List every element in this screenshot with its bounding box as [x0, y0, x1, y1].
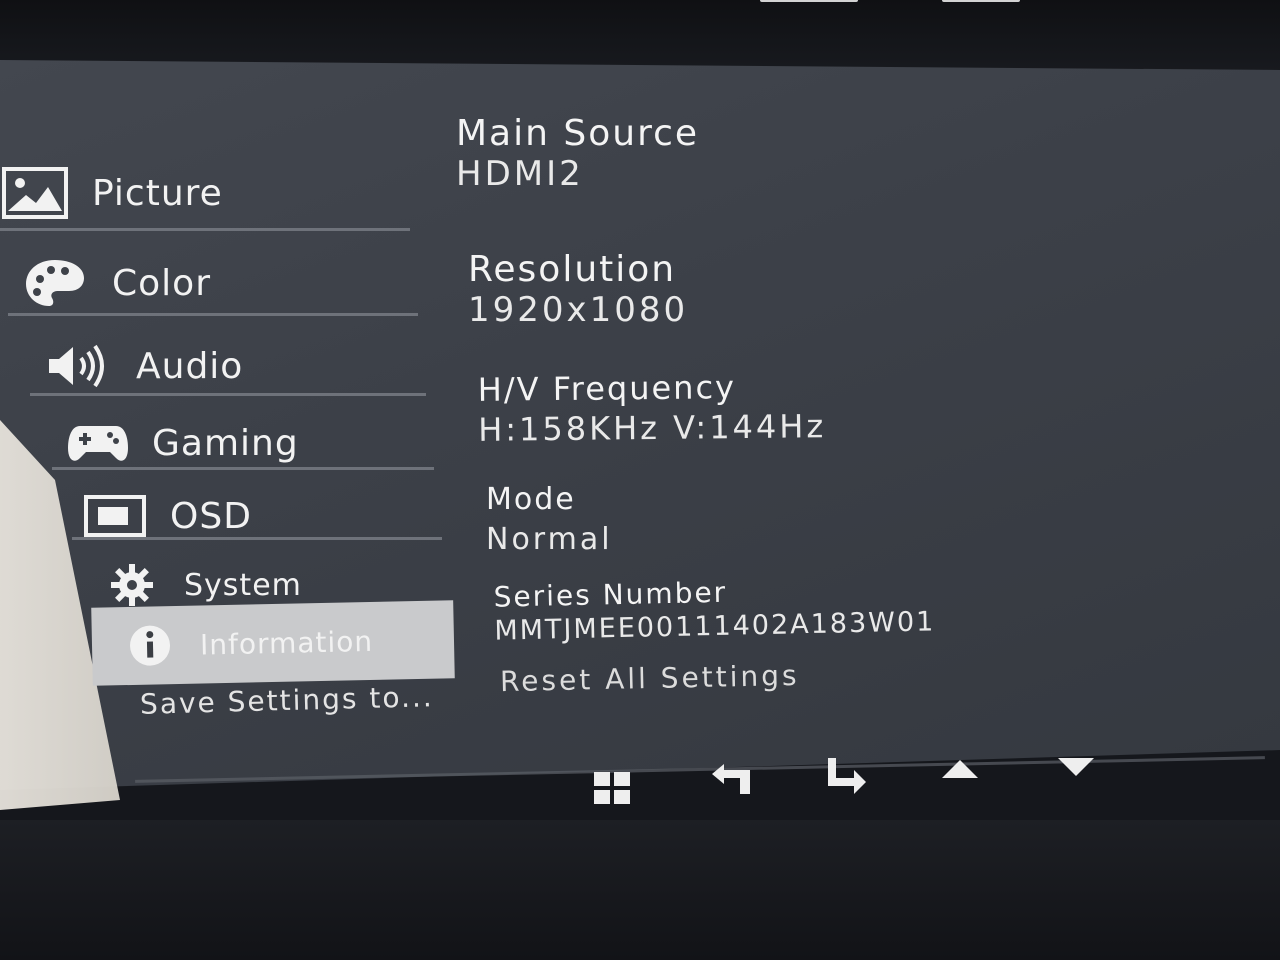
menu-divider	[8, 313, 418, 316]
info-icon	[126, 621, 175, 670]
menu-label-osd: OSD	[170, 495, 252, 537]
mode-block: Mode Normal	[486, 480, 613, 560]
frequency-value: H:158KHz V:144Hz	[478, 407, 827, 449]
palette-icon	[22, 257, 88, 309]
menu-divider	[0, 228, 410, 231]
resolution-value: 1920x1080	[468, 290, 689, 330]
picture-icon	[0, 165, 70, 221]
menu-divider	[52, 467, 434, 470]
main-source-block: Main Source HDMI2	[456, 113, 700, 195]
mode-label: Mode	[486, 482, 576, 517]
osd-icon	[84, 495, 146, 537]
down-triangle-icon	[1056, 758, 1096, 784]
menu-item-information[interactable]: Information	[91, 600, 455, 686]
main-source-value: HDMI2	[456, 154, 584, 194]
serial-block: Series Number MMTJMEE00111402A183W01	[493, 571, 935, 648]
menu-label-gaming: Gaming	[152, 422, 299, 464]
menu-label-system: System	[184, 567, 302, 603]
top-text-fragment	[942, 0, 1020, 2]
mode-value: Normal	[486, 522, 613, 557]
menu-item-osd[interactable]: OSD	[84, 488, 440, 544]
menu-divider	[72, 537, 442, 540]
menu-item-picture[interactable]: Picture	[0, 160, 410, 226]
menu-grid-button[interactable]	[592, 770, 632, 810]
resolution-block: Resolution 1920x1080	[468, 249, 689, 331]
up-button[interactable]	[940, 758, 980, 786]
resolution-label: Resolution	[468, 249, 677, 290]
back-arrow-icon	[708, 764, 754, 804]
back-button[interactable]	[708, 760, 754, 804]
gear-icon	[106, 563, 158, 607]
menu-item-color[interactable]: Color	[22, 252, 418, 314]
up-triangle-icon	[940, 760, 980, 786]
menu-divider	[30, 393, 426, 396]
monitor-bottom-bezel	[0, 820, 1280, 960]
menu-label-information: Information	[199, 624, 374, 662]
menu-item-audio[interactable]: Audio	[44, 336, 426, 396]
menu-label-audio: Audio	[136, 345, 244, 387]
down-button[interactable]	[1056, 756, 1096, 784]
reset-all-settings[interactable]: Reset All Settings	[500, 659, 800, 698]
top-text-fragment	[760, 0, 858, 2]
menu-grid-icon	[592, 772, 632, 810]
menu-label-color: Color	[112, 262, 211, 304]
menu-label-picture: Picture	[92, 172, 223, 214]
enter-arrow-icon	[824, 758, 870, 800]
gamepad-icon	[66, 420, 130, 466]
menu-item-gaming[interactable]: Gaming	[66, 414, 432, 472]
main-source-label: Main Source	[456, 113, 700, 154]
enter-button[interactable]	[824, 756, 870, 800]
frequency-label: H/V Frequency	[477, 368, 737, 409]
speaker-icon	[44, 342, 110, 390]
frequency-block: H/V Frequency H:158KHz V:144Hz	[478, 366, 827, 450]
